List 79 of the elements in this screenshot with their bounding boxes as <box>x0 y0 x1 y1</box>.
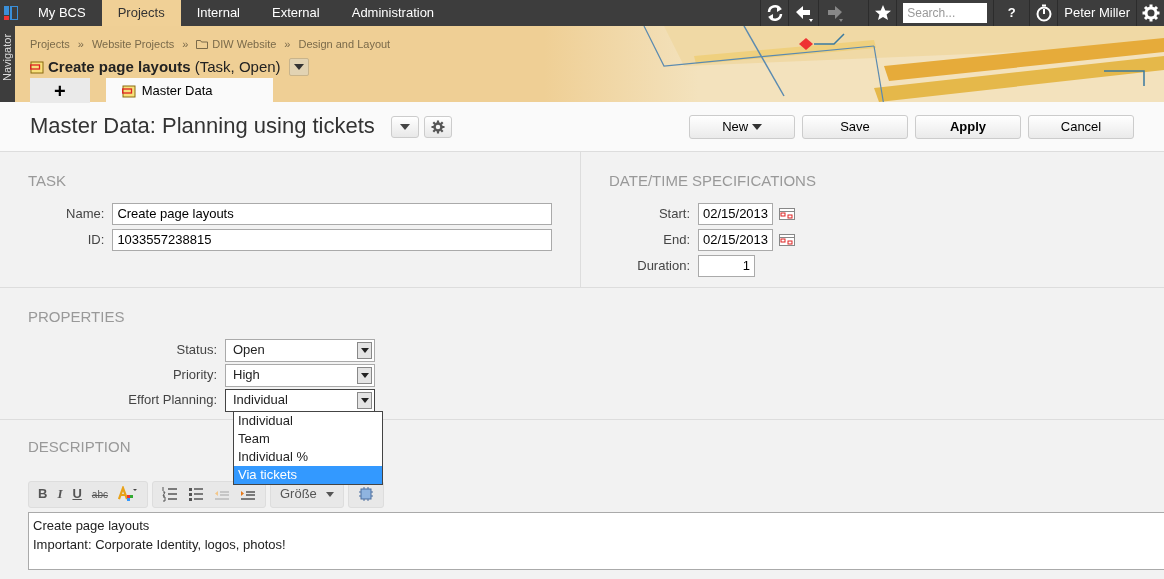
numbered-list-icon[interactable] <box>161 486 178 502</box>
breadcrumb-separator: » <box>77 37 84 52</box>
date-field[interactable]: 02/15/2013 <box>698 202 773 225</box>
editor-line: Create page layouts <box>33 516 151 535</box>
breadcrumb-separator: » <box>284 37 291 52</box>
nav-tab[interactable]: Internal <box>180 0 256 26</box>
section-heading: DESCRIPTION <box>28 437 131 457</box>
section-heading: TASK <box>28 171 67 191</box>
apply-button[interactable]: Apply <box>915 114 1021 139</box>
menu-button[interactable] <box>288 57 309 76</box>
bullet-list-icon[interactable] <box>187 486 204 502</box>
caret-icon <box>360 372 369 378</box>
field-label: End: <box>662 230 691 249</box>
action-button[interactable]: Save <box>802 114 908 139</box>
section-heading: PROPERTIES <box>28 307 125 327</box>
task-icon <box>30 59 44 74</box>
dropdown-field[interactable]: High <box>225 363 375 387</box>
help-button[interactable]: ? <box>1007 3 1016 23</box>
field-label: Start: <box>657 204 691 223</box>
dropdown-option[interactable]: Individual <box>234 412 382 430</box>
settings-button[interactable] <box>423 115 452 138</box>
strike-button[interactable]: abc <box>88 486 111 502</box>
logo-icon[interactable] <box>4 6 18 20</box>
user-name[interactable]: Peter Miller <box>1064 3 1130 23</box>
calendar-icon[interactable] <box>779 207 795 220</box>
object-title: Create page layouts (Task, Open) <box>48 56 281 77</box>
field-label: Priority: <box>171 366 218 385</box>
gear-icon <box>430 119 445 134</box>
date-field[interactable]: 02/15/2013 <box>698 228 773 251</box>
nav-tab[interactable]: External <box>256 0 336 26</box>
caret-icon <box>360 397 369 403</box>
breadcrumb-separator: » <box>182 37 189 52</box>
tab[interactable]: Master Data <box>105 78 273 103</box>
italic-button[interactable]: I <box>54 484 66 504</box>
caret-icon <box>399 123 410 130</box>
field-label: Duration: <box>636 256 691 275</box>
refresh-icon[interactable] <box>765 4 784 22</box>
breadcrumb-link[interactable]: Website Projects <box>91 36 175 53</box>
editor-line: Important: Corporate Identity, logos, photos! <box>33 536 287 554</box>
action-button[interactable]: New <box>689 114 795 139</box>
breadcrumb-link[interactable]: DIW Website <box>212 36 277 53</box>
menu-button[interactable] <box>390 115 419 138</box>
search-field[interactable]: Search... <box>903 3 988 23</box>
page-title: Master Data: Planning using tickets <box>30 113 375 140</box>
text-editor[interactable]: Create page layouts Important: Corporate Identity, logos, photos! <box>28 511 1164 570</box>
caret-icon <box>293 63 304 70</box>
field-label: ID: <box>86 230 106 249</box>
number-field[interactable]: 1 <box>698 254 755 277</box>
stopwatch-icon[interactable] <box>1034 4 1053 22</box>
text-field[interactable]: 1033557238815 <box>112 228 552 251</box>
dropdown-menu[interactable]: Individual Team Individual % Via tickets <box>233 411 383 485</box>
dropdown-option[interactable]: Team <box>234 430 382 448</box>
caret-icon <box>360 347 369 353</box>
calendar-icon[interactable] <box>779 233 795 246</box>
tab[interactable]: + <box>30 78 90 103</box>
nav-tab[interactable]: My BCS <box>22 0 102 26</box>
breadcrumb-link[interactable]: Design and Layout <box>298 36 391 53</box>
caret-icon <box>325 491 334 497</box>
field-label: Effort Planning: <box>127 391 218 410</box>
section-heading: DATE/TIME SPECIFICATIONS <box>609 171 816 191</box>
task-icon <box>121 83 136 98</box>
dropdown-field[interactable]: Individual <box>225 388 375 412</box>
text-color-icon[interactable] <box>117 486 138 502</box>
nav-tab[interactable]: Projects <box>101 0 181 26</box>
back-arrow-icon[interactable] <box>794 4 813 22</box>
navigator-tab[interactable]: Navigator <box>0 26 15 102</box>
underline-button[interactable]: U <box>69 484 85 504</box>
nav-tab[interactable]: Administration <box>335 0 451 26</box>
settings-icon[interactable] <box>1141 4 1160 22</box>
field-label: Status: <box>175 341 218 360</box>
bold-button[interactable]: B <box>35 484 51 504</box>
dropdown-option[interactable]: Individual % <box>234 448 382 466</box>
action-button[interactable]: Cancel <box>1028 114 1134 139</box>
breadcrumb-link[interactable]: Projects <box>30 36 70 53</box>
caret-icon <box>751 124 762 131</box>
star-icon[interactable] <box>873 4 892 22</box>
field-label: Name: <box>65 204 106 223</box>
text-field[interactable]: Create page layouts <box>112 202 552 225</box>
dropdown-field[interactable]: Open <box>225 338 375 362</box>
